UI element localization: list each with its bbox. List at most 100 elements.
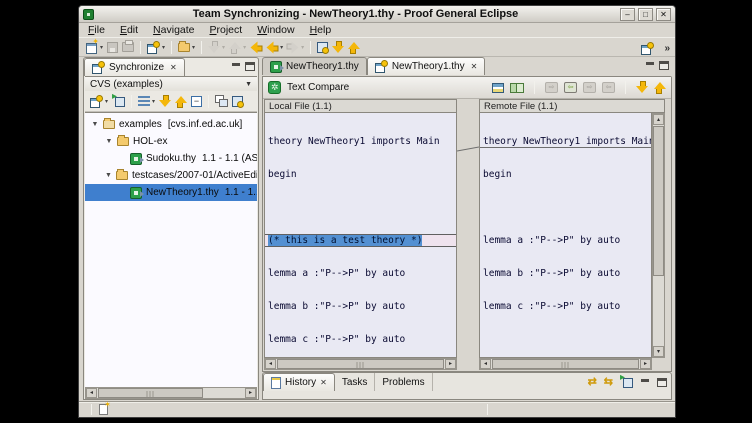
fast-view-icon[interactable] — [99, 404, 108, 415]
last-edit-location-button[interactable] — [248, 39, 264, 56]
tree-row-newtheory1-selected[interactable]: NewTheory1.thy 1.1 - 1.1 (A — [85, 184, 257, 201]
dropdown-icon[interactable]: ▾ — [105, 98, 108, 105]
next-difference-button[interactable] — [330, 39, 346, 56]
new-wizard-button[interactable]: ▾ — [84, 39, 105, 56]
tree-revision-info: 1.1 - 1.1 (ASCII — [202, 153, 257, 164]
menu-help[interactable]: Help — [310, 24, 332, 36]
folder-icon — [178, 43, 190, 52]
maximize-view-icon[interactable] — [659, 61, 669, 70]
scroll-right-icon[interactable]: ▸ — [640, 359, 651, 369]
down-arrow-icon — [332, 41, 344, 54]
expander-icon[interactable]: ▼ — [91, 121, 99, 128]
next-difference-icon[interactable] — [636, 81, 648, 94]
synchronize-button[interactable]: ▾ — [145, 39, 167, 56]
menu-file[interactable]: File — [88, 24, 105, 36]
back-button[interactable]: ▾ — [264, 39, 285, 56]
switch-view-icon[interactable] — [492, 83, 504, 93]
schedule-button[interactable] — [230, 92, 245, 110]
remote-horizontal-scrollbar[interactable]: ◂ ▸ — [479, 358, 652, 370]
expander-icon[interactable]: ▼ — [105, 138, 113, 145]
tab-tasks[interactable]: Tasks — [335, 373, 376, 391]
checkout-button[interactable]: ▾ — [176, 39, 197, 56]
copy-change-right-to-left-icon[interactable]: ⇦ — [564, 82, 577, 93]
bottom-tab-row: History ✕ Tasks Problems ⇄ ⇆ — [263, 373, 671, 391]
tab-synchronize[interactable]: Synchronize ✕ — [84, 58, 185, 76]
scroll-right-icon[interactable]: ▸ — [445, 359, 456, 369]
presentation-mode-button[interactable]: ▾ — [136, 92, 157, 110]
sync-scope-row[interactable]: CVS (examples) ▼ — [85, 76, 257, 91]
tree-row-sudoku[interactable]: Sudoku.thy 1.1 - 1.1 (ASCII — [85, 150, 257, 167]
tab-newtheory1-compare[interactable]: NewTheory1.thy ✕ — [367, 57, 486, 75]
minimize-view-icon[interactable] — [645, 61, 655, 70]
toolbar-separator — [131, 95, 132, 108]
pin-current-sync-button[interactable] — [110, 92, 127, 110]
dropdown-icon[interactable]: ▾ — [280, 44, 283, 51]
sync-horizontal-scrollbar[interactable]: ◂ ▸ — [85, 387, 257, 399]
maximize-view-icon[interactable] — [657, 378, 667, 387]
collapse-all-button[interactable]: − — [189, 92, 204, 110]
dropdown-icon[interactable]: ▾ — [162, 44, 165, 51]
team-sync-perspective-icon[interactable] — [641, 42, 654, 55]
tree-row-examples[interactable]: ▼ examples [cvs.inf.ed.ac.uk] — [85, 116, 257, 133]
save-button[interactable] — [105, 39, 120, 56]
scroll-left-icon[interactable]: ◂ — [86, 388, 97, 398]
scroll-left-icon[interactable]: ◂ — [480, 359, 491, 369]
local-horizontal-scrollbar[interactable]: ◂ ▸ — [264, 358, 457, 370]
scrollbar-thumb[interactable] — [277, 359, 444, 369]
two-way-compare-icon[interactable] — [510, 82, 524, 93]
local-file-content[interactable]: theory NewTheory1 imports Main begin (* … — [264, 113, 457, 358]
pin-history-icon[interactable] — [620, 376, 633, 388]
close-icon[interactable]: ✕ — [471, 62, 478, 71]
code-line: begin — [268, 169, 453, 180]
menu-edit[interactable]: Edit — [120, 24, 138, 36]
toolbar-separator — [625, 81, 626, 94]
scrollbar-thumb[interactable] — [98, 388, 203, 398]
title-bar[interactable]: Team Synchronizing - NewTheory1.thy - Pr… — [79, 6, 675, 23]
perspective-overflow-chevron[interactable]: » — [664, 43, 670, 54]
link-with-editor-button[interactable] — [213, 92, 230, 110]
previous-difference-icon[interactable] — [654, 81, 666, 94]
close-icon[interactable]: ✕ — [170, 63, 177, 72]
scroll-down-icon[interactable]: ▾ — [653, 346, 664, 357]
synchronize-icon — [147, 41, 160, 54]
tree-row-hol-ex[interactable]: ▼ HOL-ex — [85, 133, 257, 150]
dropdown-icon[interactable]: ▾ — [100, 44, 103, 51]
scroll-up-icon[interactable]: ▴ — [653, 114, 664, 125]
minimize-view-icon[interactable] — [231, 62, 241, 71]
previous-change-button[interactable] — [173, 92, 189, 110]
tab-problems[interactable]: Problems — [375, 373, 432, 391]
close-icon[interactable]: ✕ — [320, 378, 327, 387]
refresh-icon[interactable]: ⇄ — [588, 377, 597, 388]
tree-label: NewTheory1.thy — [146, 187, 219, 198]
link-refresh-icon[interactable]: ⇆ — [604, 377, 613, 388]
scroll-right-icon[interactable]: ▸ — [245, 388, 256, 398]
next-change-button[interactable] — [157, 92, 173, 110]
tab-history[interactable]: History ✕ — [263, 373, 335, 391]
dropdown-icon[interactable]: ▾ — [192, 44, 195, 51]
synchronize-menu-button[interactable]: ▾ — [88, 92, 110, 110]
tab-newtheory1-editor[interactable]: NewTheory1.thy — [262, 57, 367, 75]
dropdown-icon[interactable]: ▾ — [152, 98, 155, 105]
close-button[interactable]: ✕ — [656, 8, 671, 21]
tree-revision-info: 1.1 - 1.1 (A — [225, 187, 257, 198]
diff-changed-line[interactable]: (* this is a test theory *) — [265, 235, 456, 246]
scroll-left-icon[interactable]: ◂ — [265, 359, 276, 369]
minimize-view-icon[interactable] — [640, 378, 650, 387]
previous-difference-button[interactable] — [346, 39, 362, 56]
print-button[interactable] — [120, 39, 136, 56]
chevron-down-icon[interactable]: ▼ — [245, 81, 252, 88]
remote-vertical-scrollbar[interactable]: ▴ ▾ — [652, 113, 665, 358]
maximize-button[interactable]: □ — [638, 8, 653, 21]
maximize-view-icon[interactable] — [245, 62, 255, 71]
tree-row-testcases[interactable]: ▼ testcases/2007-01/ActiveEditorV — [85, 167, 257, 184]
expander-icon[interactable]: ▼ — [105, 172, 112, 179]
menu-navigate[interactable]: Navigate — [153, 24, 194, 36]
sync-results-button[interactable] — [315, 39, 330, 56]
remote-file-content[interactable]: theory NewTheory1 imports Main begin lem… — [479, 113, 652, 358]
minimize-button[interactable]: – — [620, 8, 635, 21]
menu-project[interactable]: Project — [210, 24, 243, 36]
main-toolbar: ▾ ▾ ▾ ▾ ▾ ▾ — [79, 37, 675, 57]
menu-window[interactable]: Window — [257, 24, 294, 36]
scrollbar-thumb[interactable] — [492, 359, 639, 369]
scrollbar-thumb[interactable] — [653, 126, 664, 276]
